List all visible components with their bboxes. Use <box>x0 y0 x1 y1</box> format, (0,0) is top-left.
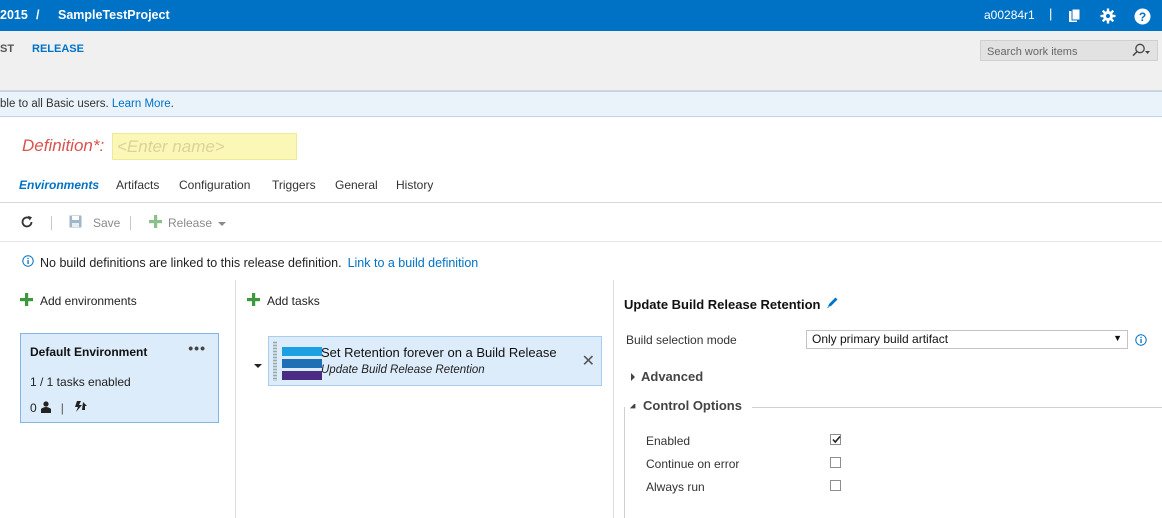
option-enabled-checkbox[interactable] <box>830 434 841 445</box>
task-icon-stripe <box>282 371 322 380</box>
environment-menu-icon[interactable]: ••• <box>188 340 206 356</box>
person-icon[interactable] <box>40 400 51 416</box>
toolbar-separator <box>130 216 131 230</box>
control-options-label: Control Options <box>643 398 742 413</box>
plus-icon <box>20 293 33 309</box>
notice-trailing: . <box>170 98 174 110</box>
deploy-icon[interactable] <box>74 400 88 416</box>
search-icon[interactable] <box>1131 43 1151 61</box>
notice-bar: ble to all Basic users. Learn More. <box>0 91 1162 117</box>
tab-history[interactable]: History <box>396 178 433 192</box>
collapse-arrow-icon[interactable] <box>254 358 262 372</box>
user-name[interactable]: a00284r1 <box>984 8 1035 22</box>
build-selection-value: Only primary build artifact <box>812 332 949 346</box>
chevron-down-icon: ▼ <box>1113 333 1122 343</box>
task-subtitle: Update Build Release Retention <box>321 364 485 376</box>
plus-icon <box>247 293 260 309</box>
option-always-run-label: Always run <box>646 480 705 494</box>
search-box <box>980 40 1158 61</box>
hub-bar: ST RELEASE <box>0 31 1162 91</box>
tab-triggers[interactable]: Triggers <box>272 178 316 192</box>
header-separator: | <box>1049 6 1053 21</box>
breadcrumb-separator: / <box>36 8 40 22</box>
hub-tab-test[interactable]: ST <box>0 43 14 55</box>
breadcrumb-collection[interactable]: 2015 <box>0 8 28 22</box>
chevron-down-icon <box>629 398 638 413</box>
tab-environments[interactable]: Environments <box>19 178 99 192</box>
drag-handle-icon[interactable] <box>273 341 277 381</box>
definition-name-input[interactable] <box>112 133 297 160</box>
refresh-icon <box>20 215 34 232</box>
meta-separator: | <box>60 401 64 415</box>
task-panel-title: Update Build Release Retention <box>624 296 839 312</box>
save-button[interactable]: Save <box>69 215 120 231</box>
info-icon <box>22 255 34 270</box>
hub-tab-release[interactable]: RELEASE <box>32 43 84 55</box>
learn-more-link[interactable]: Learn More <box>112 98 171 110</box>
add-environments-label: Add environments <box>40 294 137 308</box>
environment-tasks-status: 1 / 1 tasks enabled <box>30 375 131 389</box>
add-environments-button[interactable]: Add environments <box>20 293 137 309</box>
remove-task-icon[interactable]: ✕ <box>582 351 595 371</box>
refresh-button[interactable] <box>20 215 34 232</box>
column-divider <box>613 280 614 518</box>
top-bar: 2015 / SampleTestProject a00284r1 | ? <box>0 0 1162 31</box>
task-title: Set Retention forever on a Build Release <box>321 345 557 360</box>
task-icon-stripe <box>282 347 322 356</box>
info-message: No build definitions are linked to this … <box>22 255 478 270</box>
option-continue-label: Continue on error <box>646 457 740 471</box>
approvers-count: 0 <box>30 401 37 415</box>
option-always-run-checkbox[interactable] <box>830 480 841 491</box>
release-menu-button[interactable]: Release <box>149 215 227 231</box>
tab-configuration[interactable]: Configuration <box>179 178 250 192</box>
control-options-divider <box>752 407 1162 408</box>
control-options-border <box>624 407 625 518</box>
chevron-down-icon <box>218 216 227 230</box>
environment-card[interactable]: Default Environment ••• 1 / 1 tasks enab… <box>20 333 219 423</box>
build-selection-label: Build selection mode <box>626 333 737 347</box>
column-divider <box>235 280 236 518</box>
chevron-right-icon <box>630 369 636 384</box>
environment-meta: 0 | <box>30 400 88 416</box>
task-card[interactable]: Set Retention forever on a Build Release… <box>268 336 602 386</box>
environment-name: Default Environment <box>30 345 148 359</box>
add-tasks-label: Add tasks <box>267 294 320 308</box>
plus-icon <box>149 215 162 231</box>
help-icon[interactable]: ? <box>1132 6 1152 26</box>
gear-icon[interactable] <box>1098 6 1118 26</box>
option-continue-checkbox[interactable] <box>830 457 841 468</box>
breadcrumb-project[interactable]: SampleTestProject <box>58 8 170 22</box>
tab-general[interactable]: General <box>335 178 378 192</box>
toolbar-separator <box>51 216 52 230</box>
advanced-section-toggle[interactable]: Advanced <box>630 369 703 384</box>
pencil-icon[interactable] <box>826 296 839 312</box>
task-icon-stripe <box>282 359 322 368</box>
info-icon[interactable] <box>1135 334 1147 349</box>
search-input[interactable] <box>985 43 1124 61</box>
notice-text: ble to all Basic users. <box>0 98 112 110</box>
tab-artifacts[interactable]: Artifacts <box>116 178 159 192</box>
link-build-definition[interactable]: Link to a build definition <box>348 256 479 270</box>
clipboard-icon[interactable] <box>1064 6 1084 26</box>
task-panel-title-text: Update Build Release Retention <box>624 296 821 312</box>
control-options-section-toggle[interactable]: Control Options <box>629 398 748 413</box>
tabs-divider <box>0 202 1162 203</box>
advanced-label: Advanced <box>641 369 704 384</box>
info-text: No build definitions are linked to this … <box>40 255 342 270</box>
build-selection-select[interactable]: Only primary build artifact ▼ <box>806 330 1128 349</box>
save-icon <box>69 215 82 231</box>
definition-label: Definition*: <box>22 136 105 155</box>
release-label: Release <box>168 216 213 230</box>
option-enabled-label: Enabled <box>646 434 691 448</box>
save-label: Save <box>93 216 121 230</box>
svg-text:?: ? <box>1138 10 1145 24</box>
toolbar-divider <box>0 241 1162 242</box>
add-tasks-button[interactable]: Add tasks <box>247 293 320 309</box>
checkmark-icon <box>832 435 841 444</box>
